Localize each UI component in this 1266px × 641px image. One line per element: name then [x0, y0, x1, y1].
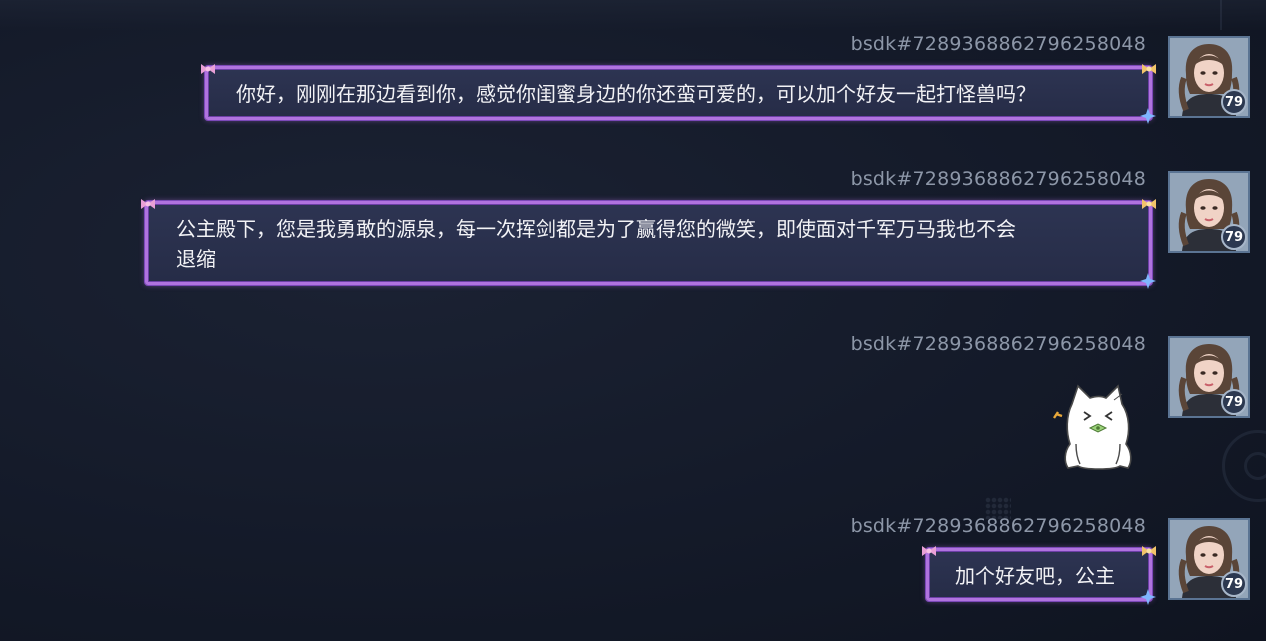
level-badge: 79	[1221, 571, 1247, 597]
ring-decoration	[1222, 430, 1266, 502]
message-bubble[interactable]: 公主殿下，您是我勇敢的源泉，每一次挥剑都是为了赢得您的微笑，即使面对千军万马我也…	[141, 199, 1156, 289]
sparkle-icon	[1140, 273, 1156, 289]
cat-sticker-icon[interactable]	[1050, 382, 1134, 472]
sparkle-icon	[1140, 108, 1156, 124]
level-badge: 79	[1221, 389, 1247, 415]
avatar[interactable]: 79	[1168, 171, 1250, 253]
message-bubble[interactable]: 加个好友吧，公主	[922, 546, 1156, 605]
sender-name[interactable]: bsdk#7289368862796258048	[851, 515, 1146, 537]
sparkle-icon	[1140, 589, 1156, 605]
top-shade	[0, 0, 1266, 30]
sender-name[interactable]: bsdk#7289368862796258048	[851, 333, 1146, 355]
sender-name[interactable]: bsdk#7289368862796258048	[851, 33, 1146, 55]
level-badge: 79	[1221, 89, 1247, 115]
bow-icon	[922, 546, 936, 556]
bow-icon	[141, 199, 155, 209]
avatar[interactable]: 79	[1168, 336, 1250, 418]
corner-decoration	[1220, 0, 1258, 30]
bow-icon	[1142, 546, 1156, 556]
avatar[interactable]: 79	[1168, 36, 1250, 118]
bow-icon	[201, 64, 215, 74]
sender-name[interactable]: bsdk#7289368862796258048	[851, 168, 1146, 190]
bow-icon	[1142, 199, 1156, 209]
avatar[interactable]: 79	[1168, 518, 1250, 600]
message-bubble[interactable]: 你好，刚刚在那边看到你，感觉你闺蜜身边的你还蛮可爱的，可以加个好友一起打怪兽吗？	[201, 64, 1156, 124]
bow-icon	[1142, 64, 1156, 74]
message-text: 你好，刚刚在那边看到你，感觉你闺蜜身边的你还蛮可爱的，可以加个好友一起打怪兽吗？	[236, 82, 1036, 106]
level-badge: 79	[1221, 224, 1247, 250]
message-text: 加个好友吧，公主	[955, 564, 1115, 588]
ring-decoration-inner	[1244, 452, 1266, 480]
message-text-line: 退缩	[176, 247, 216, 271]
message-text-line: 公主殿下，您是我勇敢的源泉，每一次挥剑都是为了赢得您的微笑，即使面对千军万马我也…	[176, 217, 1016, 241]
